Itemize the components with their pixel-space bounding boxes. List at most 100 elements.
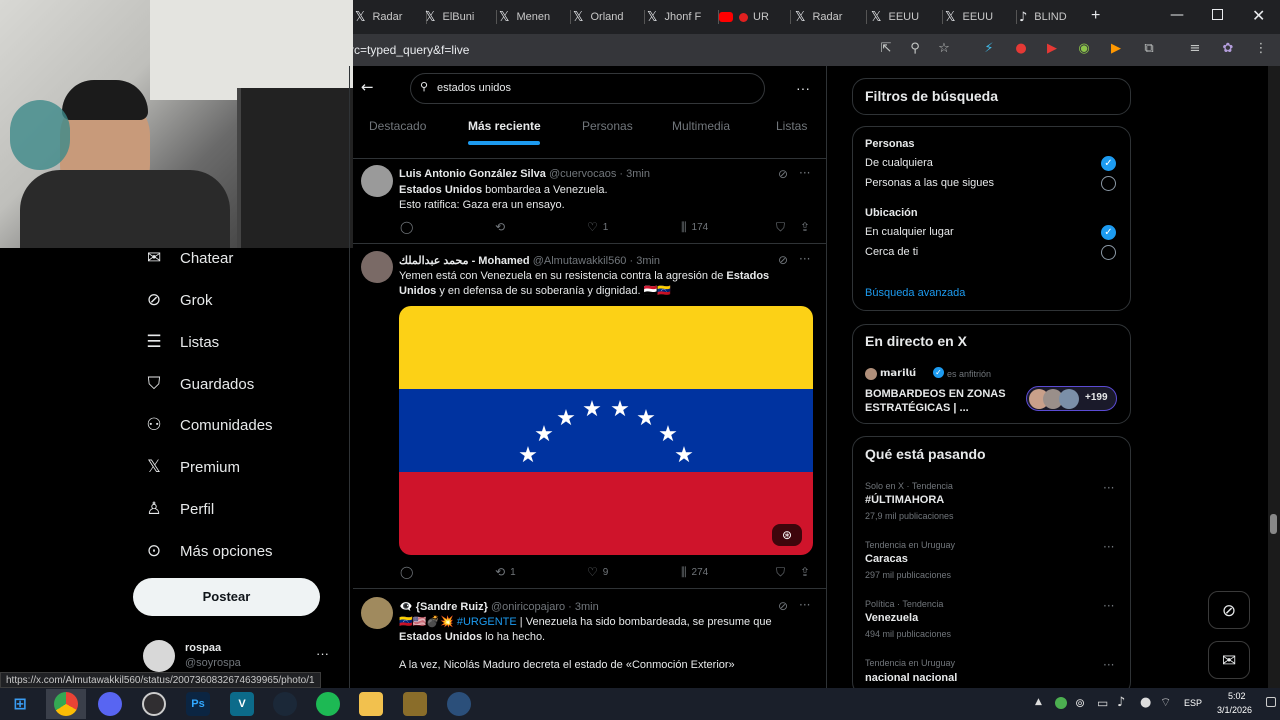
grok-icon[interactable]: ⊘ — [778, 167, 788, 181]
checked-icon[interactable]: ✓ — [1101, 156, 1116, 171]
browser-tab[interactable]: 𝕏 EEUU — [871, 6, 943, 28]
nav-grok[interactable]: ⊘ Grok — [142, 286, 213, 314]
radio-button[interactable] — [1101, 245, 1116, 260]
browser-tab[interactable]: 𝕏 Radar — [355, 6, 427, 28]
tray-app-icon[interactable] — [1055, 697, 1067, 709]
bookmark-star-icon[interactable]: ☆ — [935, 40, 953, 58]
share-button[interactable]: ⇪ — [800, 565, 810, 579]
tweet-author[interactable]: Luis Antonio González Silva @cuervocaos … — [399, 168, 650, 180]
scrollbar[interactable] — [1268, 66, 1280, 688]
tab-lists[interactable]: Listas — [776, 119, 807, 133]
radio-button[interactable] — [1101, 176, 1116, 191]
discord-icon[interactable] — [98, 692, 122, 716]
filter-option-anywhere[interactable]: En cualquier lugar — [865, 226, 954, 238]
like-button[interactable]: ♡ 9 — [587, 565, 608, 579]
browser-menu-icon[interactable]: ⋮ — [1252, 40, 1270, 58]
windows-start-icon[interactable]: ⊞ — [8, 692, 32, 716]
account-menu-icon[interactable]: ··· — [316, 646, 329, 661]
nav-communities[interactable]: ⚇ Comunidades — [142, 411, 272, 439]
filter-option-anyone[interactable]: De cualquiera — [865, 157, 933, 169]
nav-premium[interactable]: 𝕏 Premium — [142, 453, 240, 481]
tab-people[interactable]: Personas — [582, 119, 633, 133]
vegas-icon[interactable]: V — [230, 692, 254, 716]
avatar[interactable] — [361, 251, 393, 283]
live-topic[interactable]: BOMBARDEOS EN ZONAS — [865, 388, 1006, 400]
spotify-icon[interactable] — [316, 692, 340, 716]
more-icon[interactable]: ··· — [1103, 540, 1114, 554]
grok-fab-button[interactable]: ⊘ — [1208, 591, 1250, 629]
browser-tab[interactable]: 𝕏 Menen — [499, 6, 571, 28]
zoom-icon[interactable]: ⚲ — [906, 40, 924, 58]
grok-icon[interactable]: ⊘ — [778, 253, 788, 267]
nav-profile[interactable]: ♙ Perfil — [142, 495, 214, 523]
minimize-icon[interactable]: — — [1170, 7, 1184, 23]
trend-name[interactable]: Caracas — [865, 553, 908, 565]
share-button[interactable]: ⇪ — [800, 220, 810, 234]
more-icon[interactable]: ··· — [799, 598, 810, 612]
tab-latest[interactable]: Más reciente — [468, 119, 541, 133]
reply-button[interactable]: ◯ — [400, 220, 418, 234]
more-icon[interactable]: ··· — [1103, 481, 1114, 495]
back-arrow-icon[interactable]: ← — [361, 78, 374, 96]
checked-icon[interactable]: ✓ — [1101, 225, 1116, 240]
browser-tab[interactable]: ♪ BLIND — [1019, 6, 1091, 28]
like-button[interactable]: ♡ 1 — [587, 220, 608, 234]
avatar[interactable] — [361, 597, 393, 629]
avatar[interactable] — [361, 165, 393, 197]
tweet-image[interactable]: ★ ★ ★ ★ ★ ★ ★ ★ ⊛ — [399, 306, 813, 555]
extensions-puzzle-icon[interactable]: ⧉ — [1140, 40, 1158, 58]
bookmark-button[interactable]: ⛉ — [776, 220, 785, 235]
avatar[interactable] — [143, 640, 175, 672]
tab-media[interactable]: Multimedia — [672, 119, 730, 133]
profile-icon[interactable]: ✿ — [1219, 40, 1237, 58]
clock-time[interactable]: 5:02 — [1228, 691, 1246, 701]
grok-image-icon[interactable]: ⊛ — [772, 524, 802, 546]
browser-tab[interactable]: 𝕏 ElBuni — [425, 6, 497, 28]
live-topic[interactable]: ESTRATÉGICAS | ... — [865, 402, 969, 414]
media-control-icon[interactable]: ≡ — [1186, 40, 1204, 58]
maximize-icon[interactable] — [1212, 9, 1223, 20]
microphone-icon[interactable]: ● — [1140, 695, 1151, 710]
more-icon[interactable]: ··· — [799, 252, 810, 266]
scrollbar-thumb[interactable] — [1270, 514, 1277, 534]
trend-name[interactable]: #ÚLTIMAHORA — [865, 494, 944, 506]
notifications-icon[interactable] — [1266, 697, 1276, 707]
views-button[interactable]: ⫼ 174 — [681, 220, 708, 235]
tweet-author[interactable]: محمد عبدالملك - Mohamed @Almutawakkil560… — [399, 254, 660, 267]
messages-fab-button[interactable]: ✉ — [1208, 641, 1250, 679]
obs-icon[interactable] — [142, 692, 166, 716]
tweet-author[interactable]: 👁‍🗨 {Sandre Ruiz} @oniricopajaro · 3min — [399, 600, 599, 613]
live-listeners[interactable]: +199 — [1026, 386, 1117, 411]
wifi-icon[interactable]: ⌔ — [1160, 695, 1171, 710]
nav-more[interactable]: ⊙ Más opciones — [142, 537, 273, 565]
league-icon[interactable] — [403, 692, 427, 716]
repost-button[interactable]: ⟲ — [495, 220, 510, 234]
volume-icon[interactable]: ♪ — [1117, 695, 1125, 710]
clock-date[interactable]: 3/1/2026 — [1217, 705, 1252, 715]
browser-tab[interactable]: 𝕏 Orland — [573, 6, 645, 28]
more-icon[interactable]: ··· — [799, 166, 810, 180]
reply-button[interactable]: ◯ — [400, 565, 418, 579]
extension-icon[interactable]: ◉ — [1075, 40, 1093, 58]
browser-tab[interactable]: 𝕏 EEUU — [945, 6, 1017, 28]
photoshop-icon[interactable]: Ps — [186, 692, 210, 716]
live-host[interactable]: 𝗺𝗮𝗿𝗶𝗹𝘂́ — [880, 368, 916, 379]
address-bar[interactable]: rc=typed_query&f=live — [350, 38, 870, 62]
browser-tab[interactable]: 𝕏 Jhonf F — [647, 6, 719, 28]
steam-icon[interactable] — [273, 692, 297, 716]
nav-bookmarks[interactable]: ⛉ Guardados — [142, 370, 255, 398]
views-button[interactable]: ⫼ 274 — [681, 565, 708, 580]
hashtag-link[interactable]: #URGENTE — [457, 616, 517, 628]
nav-chat[interactable]: ✉ Chatear — [142, 244, 234, 272]
extension-icon[interactable]: ● — [1012, 40, 1030, 58]
close-window-icon[interactable]: ✕ — [1252, 6, 1265, 25]
install-app-icon[interactable]: ⇱ — [877, 40, 895, 58]
refresh-app-icon[interactable] — [447, 692, 471, 716]
extension-icon[interactable]: ▶ — [1043, 40, 1061, 58]
steam-tray-icon[interactable]: ⊚ — [1075, 696, 1085, 710]
nav-lists[interactable]: ☰ Listas — [142, 328, 219, 356]
post-button[interactable]: Postear — [133, 578, 320, 616]
search-options-icon[interactable]: ··· — [796, 80, 810, 96]
filter-option-near[interactable]: Cerca de ti — [865, 246, 918, 258]
new-tab-button[interactable]: + — [1091, 7, 1100, 25]
